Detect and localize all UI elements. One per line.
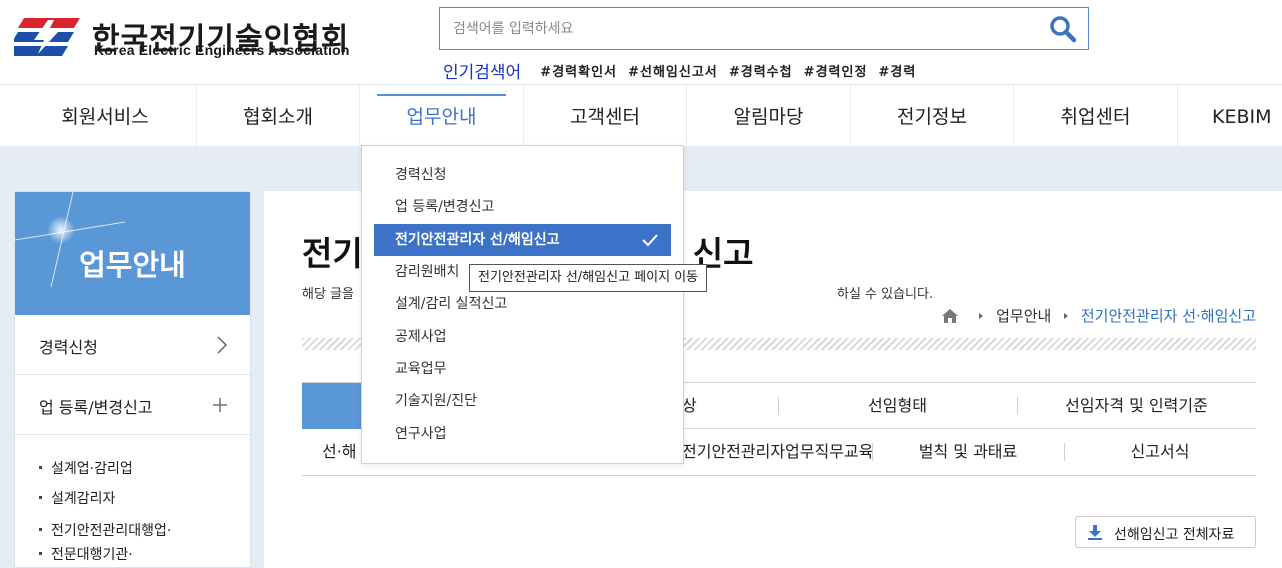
popular-tag[interactable]: #경력인정 xyxy=(804,65,868,80)
download-label: 선해임신고 전체자료 xyxy=(1114,527,1235,543)
gnb-electric-info[interactable]: 전기정보 xyxy=(851,85,1013,146)
chevron-right-icon xyxy=(217,336,228,354)
lnb-item-label: 경력신청 xyxy=(39,338,98,357)
download-icon xyxy=(1088,525,1102,540)
lnb-title: 업무안내 xyxy=(79,248,186,282)
gnb-business-guide[interactable]: 업무안내 xyxy=(360,85,523,146)
lnb-subitem-label: 전기안전관리대행업· xyxy=(51,523,172,539)
local-nav: 업무안내 경력신청 업 등록/변경신고 설계업·감리업 설계감리자 전기안전관리… xyxy=(14,191,251,568)
breadcrumb-current: 전기안전관리자 선·해임신고 xyxy=(1080,307,1256,325)
kea-logo-icon xyxy=(14,18,80,56)
lnb-subitem[interactable]: 설계업·감리업 xyxy=(39,458,133,478)
lnb-subitem[interactable]: 전기안전관리대행업· xyxy=(39,520,171,540)
gnb-business-guide-label: 업무안내 xyxy=(406,106,477,128)
gnb-kebim[interactable]: KEBIM xyxy=(1212,85,1282,146)
lnb-subitem-label: 설계업·감리업 xyxy=(51,461,133,477)
tab-appointment-type[interactable]: 선임형태 xyxy=(778,383,1017,429)
lnb-subitem-continued[interactable]: 전문대행기관· xyxy=(39,544,133,564)
page-title-left: 전기 xyxy=(302,234,363,273)
check-icon xyxy=(642,234,658,247)
dropdown-item-selected[interactable]: 전기안전관리자 선/해임신고 xyxy=(374,224,671,256)
link-tooltip: 전기안전관리자 선/해임신고 페이지 이동 xyxy=(469,264,708,292)
download-all-button[interactable]: 선해임신고 전체자료 xyxy=(1075,516,1256,548)
dropdown-item[interactable]: 연구사업 xyxy=(374,418,671,450)
popular-tag[interactable]: #경력확인서 xyxy=(540,65,617,80)
gnb-about[interactable]: 협회소개 xyxy=(197,85,359,146)
dropdown-item[interactable]: 기술지원/진단 xyxy=(374,385,671,417)
lnb-item-label: 업 등록/변경신고 xyxy=(39,398,153,417)
lnb-item-career-apply[interactable]: 경력신청 xyxy=(15,315,250,375)
search-input[interactable] xyxy=(440,8,1030,49)
lnb-subitem-label: 설계감리자 xyxy=(51,491,116,507)
tab-qualification[interactable]: 선임자격 및 인력기준 xyxy=(1017,383,1256,429)
dropdown-item[interactable]: 공제사업 xyxy=(374,321,671,353)
global-nav: 회원서비스 협회소개 업무안내 고객센터 알림마당 전기정보 취업센터 KEBI… xyxy=(0,84,1282,146)
breadcrumb-item[interactable]: 업무안내 xyxy=(996,307,1051,325)
gnb-active-underline xyxy=(377,94,506,96)
gnb-job-center[interactable]: 취업센터 xyxy=(1014,85,1177,146)
home-icon[interactable] xyxy=(941,308,959,324)
dropdown-item[interactable]: 업 등록/변경신고 xyxy=(374,191,671,223)
dropdown-item[interactable]: 설계/감리 실적신고 xyxy=(374,288,671,320)
dropdown-item[interactable]: 경력신청 xyxy=(374,159,671,191)
breadcrumb-separator xyxy=(1064,312,1069,319)
lnb-subitem-label: 전문대행기관· xyxy=(51,547,133,563)
tab-penalties[interactable]: 벌칙 및 과태료 xyxy=(872,429,1064,475)
breadcrumb-separator xyxy=(979,312,984,319)
popular-tag[interactable]: #선해임신고서 xyxy=(628,65,718,80)
dropdown-item-label: 전기안전관리자 선/해임신고 xyxy=(395,232,560,248)
tab-forms[interactable]: 신고서식 xyxy=(1064,429,1256,475)
popular-keywords: 인기검색어 #경력확인서 #선해임신고서 #경력수첩 #경력인정 #경력 xyxy=(443,58,922,83)
gnb-customer-center[interactable]: 고객센터 xyxy=(524,85,686,146)
popular-tag[interactable]: #경력수첩 xyxy=(729,65,793,80)
gnb-notices[interactable]: 알림마당 xyxy=(687,85,850,146)
page-desc-right: 하실 수 있습니다. xyxy=(836,287,934,302)
popular-tag[interactable]: #경력 xyxy=(879,65,917,80)
gnb-member-services[interactable]: 회원서비스 xyxy=(14,85,196,146)
site-logo[interactable]: 한국전기기술인협회 Korea Electric Engineers Assoc… xyxy=(14,14,349,58)
lnb-header: 업무안내 xyxy=(15,192,250,315)
dropdown-item[interactable]: 교육업무 xyxy=(374,353,671,385)
logo-english-name: Korea Electric Engineers Association xyxy=(94,42,350,58)
search-box xyxy=(439,7,1089,50)
plus-icon xyxy=(213,398,227,412)
lnb-subitem[interactable]: 설계감리자 xyxy=(39,488,115,508)
site-header: 한국전기기술인협회 Korea Electric Engineers Assoc… xyxy=(0,0,1282,84)
lnb-item-business-registration[interactable]: 업 등록/변경신고 xyxy=(15,375,250,435)
popular-keywords-title: 인기검색어 xyxy=(443,63,522,83)
gnb-divider xyxy=(1177,85,1178,146)
business-guide-dropdown: 경력신청 업 등록/변경신고 전기안전관리자 선/해임신고 감리원배치 설계/감… xyxy=(361,145,684,464)
tab-target-label: 상 xyxy=(682,396,697,415)
tab-duty-training[interactable]: 전기안전관리자업무직무교육 xyxy=(682,429,873,475)
page-desc-left: 해당 글을 xyxy=(302,287,354,302)
breadcrumb: 업무안내 전기안전관리자 선·해임신고 xyxy=(941,305,1256,327)
search-icon[interactable] xyxy=(1048,14,1078,44)
